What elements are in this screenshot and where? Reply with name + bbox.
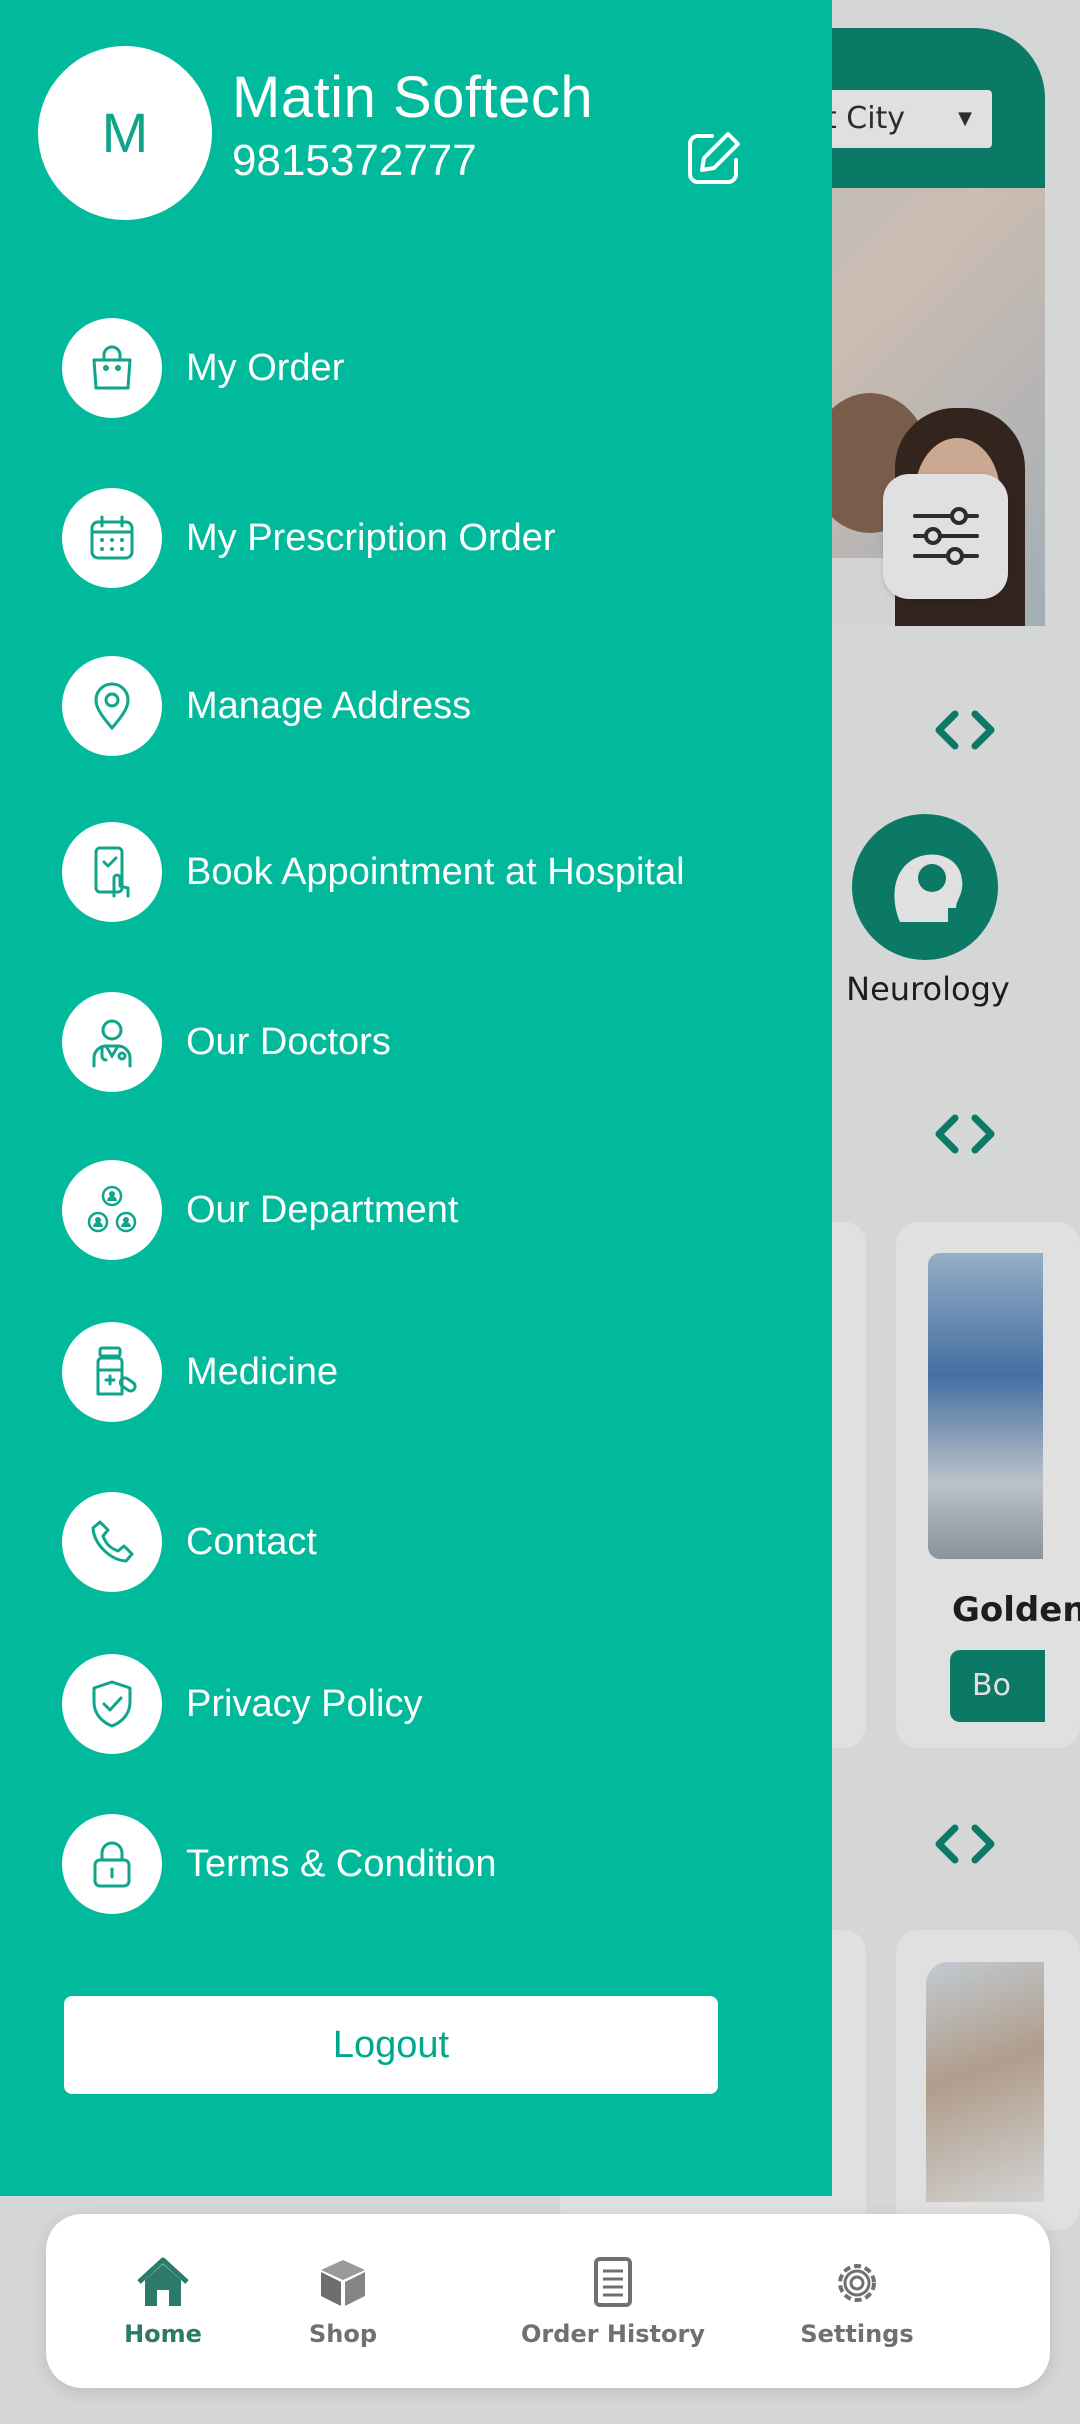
nav-order-history-label: Order History	[521, 2320, 705, 2348]
location-pin-icon	[94, 682, 130, 731]
nav-settings-label: Settings	[800, 2320, 914, 2348]
box-icon	[321, 2260, 365, 2306]
nav-settings[interactable]: Settings	[742, 2256, 972, 2348]
menu-item-our-department[interactable]: Our Department	[62, 1160, 802, 1260]
doctor-icon	[92, 1019, 132, 1068]
avatar[interactable]: M	[38, 46, 212, 220]
nav-shop[interactable]: Shop	[228, 2256, 458, 2348]
menu-item-label: My Order	[186, 347, 345, 389]
user-phone: 9815372777	[232, 136, 477, 185]
nav-order-history[interactable]: Order History	[498, 2256, 728, 2348]
menu-item-my-order[interactable]: My Order	[62, 318, 802, 418]
calendar-icon	[90, 515, 134, 560]
bottom-navigation: Home Shop Order History Settings	[46, 2214, 1050, 2388]
user-name: Matin Softech	[232, 65, 594, 130]
menu-item-label: My Prescription Order	[186, 517, 556, 559]
medicine-bottle-icon	[96, 1346, 137, 1396]
shopping-bag-icon	[92, 345, 132, 390]
team-network-icon	[87, 1185, 137, 1233]
edit-profile-button[interactable]	[684, 128, 744, 188]
lock-icon	[93, 1841, 131, 1888]
edit-icon	[688, 132, 740, 184]
phone-icon	[91, 1520, 134, 1563]
menu-item-label: Medicine	[186, 1351, 339, 1393]
menu-item-my-prescription-order[interactable]: My Prescription Order	[62, 488, 802, 588]
menu-item-label: Contact	[186, 1521, 317, 1563]
menu-item-contact[interactable]: Contact	[62, 1492, 802, 1592]
menu-item-book-appointment[interactable]: Book Appointment at Hospital	[62, 822, 802, 922]
menu-item-medicine[interactable]: Medicine	[62, 1322, 802, 1422]
home-icon	[137, 2257, 189, 2306]
menu-item-manage-address[interactable]: Manage Address	[62, 656, 802, 756]
menu-item-label: Privacy Policy	[186, 1683, 423, 1725]
navigation-drawer: M Matin Softech 9815372777 My Order My P…	[0, 0, 832, 2196]
menu-item-label: Book Appointment at Hospital	[186, 851, 685, 893]
menu-item-label: Manage Address	[186, 685, 472, 727]
menu-item-terms-condition[interactable]: Terms & Condition	[62, 1814, 802, 1914]
logout-button[interactable]: Logout	[64, 1996, 718, 2094]
menu-item-our-doctors[interactable]: Our Doctors	[62, 992, 802, 1092]
shield-check-icon	[92, 1680, 132, 1728]
phone-tap-icon	[94, 846, 130, 898]
gear-icon	[838, 2264, 876, 2302]
menu-item-label: Terms & Condition	[186, 1843, 497, 1885]
menu-item-label: Our Department	[186, 1189, 459, 1231]
list-document-icon	[594, 2257, 632, 2307]
menu-item-label: Our Doctors	[186, 1021, 391, 1063]
menu-item-privacy-policy[interactable]: Privacy Policy	[62, 1654, 802, 1754]
nav-shop-label: Shop	[308, 2320, 378, 2348]
